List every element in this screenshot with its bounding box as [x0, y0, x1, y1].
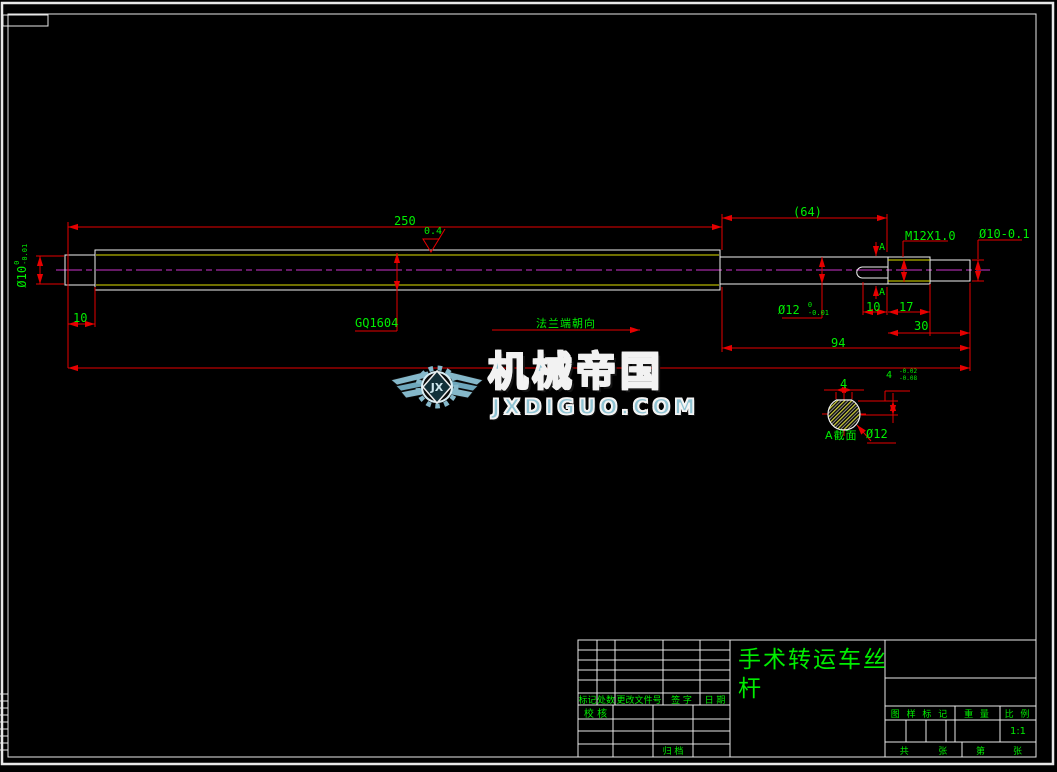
dim-dia10-end: Ø10-0.1	[979, 227, 1030, 241]
sheet-total-label: 共	[899, 746, 909, 757]
milled-flat-arc	[856, 266, 863, 279]
dim-10-flat: 10	[866, 300, 881, 314]
rev-header-sign: 签 字	[671, 696, 692, 706]
dim-94: 94	[831, 336, 846, 350]
rev-header-file: 更改文件号	[616, 696, 662, 706]
thread-callout: M12X1.0	[905, 229, 956, 243]
scale-value: 1:1	[1009, 725, 1027, 737]
sheet-unit2-label: 张	[1012, 746, 1022, 757]
dim-flat-width: 4	[840, 377, 848, 391]
dim-250: 250	[394, 214, 416, 228]
part-title: 手术转运车丝杆	[738, 647, 888, 702]
cad-drawing-page: 250 (64) 0.4 M12X1.0 Ø10-0.1 Ø10 0 -0.01 …	[0, 0, 1057, 772]
rev-header-date: 日 期	[704, 696, 726, 706]
sig-check-label: 校 核	[583, 708, 608, 720]
zone-mark-box	[2, 14, 49, 27]
dim-flat-tol: 4 -0.02 -0.08	[886, 368, 918, 382]
rev-header-mark: 标记	[578, 696, 597, 706]
dim-dia10-left: Ø10 0 -0.01	[13, 244, 29, 288]
dim-30: 30	[914, 319, 929, 333]
sheet-unit1-label: 张	[938, 746, 948, 757]
section-circle-with-flat	[827, 399, 861, 431]
sig-archive-label: 归 档	[662, 747, 684, 757]
section-mark-a-bottom: A	[879, 287, 886, 298]
sheet-no-label: 第	[975, 746, 985, 757]
sheet-total-cell: 共 张	[885, 744, 962, 757]
scale-header: 比 例	[1004, 709, 1032, 720]
weight-header: 重 量	[964, 709, 991, 720]
section-view-label: A截面	[825, 429, 858, 442]
section-dia-label: Ø12	[866, 427, 888, 441]
watermark: JX 机械帝国 JXDIGUO.COM	[388, 340, 696, 432]
ballscrew-spec: GQ1604	[355, 316, 399, 330]
sheet-number-cell: 第 张	[962, 744, 1036, 757]
flange-direction-note: 法兰端朝向	[536, 317, 596, 330]
dim-17: 17	[899, 300, 914, 314]
dim-dia12: Ø12 0 -0.01	[778, 301, 829, 317]
dim-64-ref: (64)	[793, 205, 822, 219]
section-mark-a-top: A	[879, 242, 886, 253]
rev-header-count: 处数	[597, 696, 616, 706]
stamp-header: 图 样 标 记	[890, 709, 950, 720]
winged-gear-logo: JX	[390, 365, 484, 409]
logo-initials: JX	[430, 381, 444, 394]
watermark-site-text: JXDIGUO.COM	[491, 395, 700, 419]
dim-10-left: 10	[73, 311, 88, 325]
watermark-brand-text: 机械帝国	[487, 349, 664, 395]
surface-roughness-value: 0.4	[424, 226, 443, 237]
